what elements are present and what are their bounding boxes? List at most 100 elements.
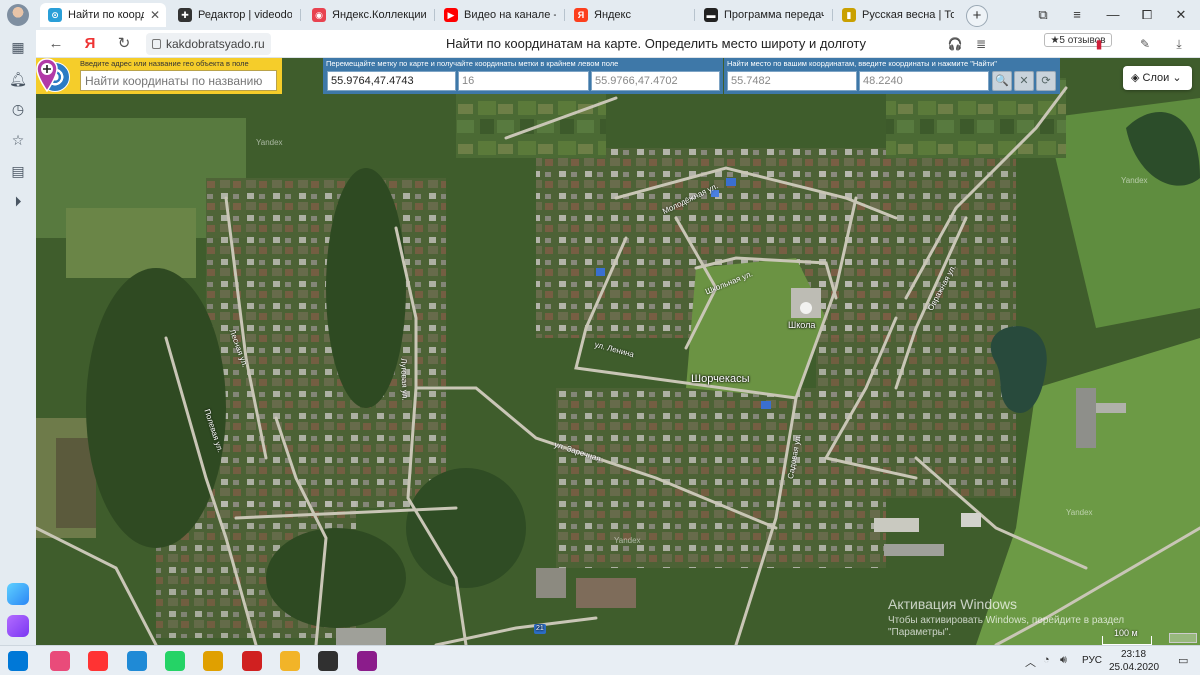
editor-favicon-icon: ✚: [178, 8, 192, 22]
yandex-favicon-icon: Я: [574, 8, 588, 22]
tab-label: Программа передач: [724, 9, 824, 21]
tab-label: Яндекс.Коллекции: [332, 9, 426, 21]
headphones-icon[interactable]: 🎧: [946, 35, 964, 53]
tab-divider: [694, 9, 695, 21]
street-label: Луговая ул.: [399, 358, 410, 401]
start-icon[interactable]: [8, 651, 28, 671]
bubbles-icon[interactable]: [50, 651, 70, 671]
satellite-map[interactable]: Введите адрес или название гео объекта в…: [36, 58, 1200, 645]
search-icon[interactable]: 🔍: [992, 71, 1012, 91]
messenger-icon[interactable]: [7, 615, 29, 637]
clock-icon[interactable]: ◷: [9, 100, 27, 118]
bell-icon[interactable]: 🔔︎: [9, 70, 27, 88]
back-icon[interactable]: ←: [46, 34, 66, 54]
map-center-field[interactable]: [591, 71, 720, 91]
tab-label: Найти по коорди: [68, 9, 144, 21]
tab-divider: [434, 9, 435, 21]
longitude-input[interactable]: [859, 71, 989, 91]
route-badge: 21: [536, 625, 544, 632]
search-hint: Введите адрес или название гео объекта в…: [80, 59, 249, 68]
yandex-watermark: Yandex: [256, 138, 283, 147]
tab-yandex[interactable]: Я Яндекс: [566, 3, 692, 27]
news-favicon-icon: ▮: [842, 8, 856, 22]
tab-label: Яндекс: [594, 9, 631, 21]
grid-icon[interactable]: ▦: [9, 38, 27, 56]
minimize-icon[interactable]: —: [1104, 6, 1122, 24]
marker-coordinates-field[interactable]: [327, 71, 456, 91]
downloads-icon[interactable]: ⤓: [1170, 35, 1188, 53]
file-explorer-icon[interactable]: [280, 651, 300, 671]
address-bar: ← Я ↻ kakdobratsyado.ru Найти по координ…: [36, 30, 1200, 58]
tab-russian-spring[interactable]: ▮ Русская весна | Толь: [834, 3, 960, 27]
star-icon[interactable]: ☆: [9, 131, 27, 149]
activation-title: Активация Windows: [888, 596, 1018, 612]
tab-find-coordinates[interactable]: ⊙ Найти по коорди ✕: [40, 3, 166, 27]
site-favicon-icon: ⊙: [48, 8, 62, 22]
layers-label: Слои: [1142, 72, 1170, 84]
youtube-favicon-icon: ▶: [444, 8, 458, 22]
reload-icon[interactable]: ↻: [114, 34, 134, 54]
browser-sidebar: ▦ 🔔︎ ◷ ☆ ▤ ⏵: [0, 30, 36, 645]
tab-divider: [300, 9, 301, 21]
refresh-icon[interactable]: ⟳: [1036, 71, 1056, 91]
map-marker-icon[interactable]: [36, 58, 58, 92]
play-icon[interactable]: ⏵: [9, 192, 27, 210]
chevron-down-icon: ⌄: [1169, 72, 1182, 84]
notifications-icon[interactable]: ▭: [1178, 654, 1188, 667]
language-indicator[interactable]: РУС: [1082, 655, 1102, 666]
protect-icon[interactable]: ✎: [1136, 35, 1154, 53]
whatsapp-icon[interactable]: [165, 651, 185, 671]
tab-label: Видео на канале - Yo: [464, 9, 556, 21]
network-icon[interactable]: ◔: [1043, 654, 1050, 666]
place-search-input[interactable]: [80, 70, 277, 91]
menu-icon[interactable]: ≡: [1068, 6, 1086, 24]
yandex-icon[interactable]: Я: [80, 34, 100, 54]
tab-close-icon[interactable]: ✕: [150, 8, 160, 22]
notes-icon[interactable]: ▤: [9, 162, 27, 180]
ruler-icon[interactable]: [1169, 633, 1197, 643]
tab-tv-program[interactable]: ▬ Программа передач: [696, 3, 830, 27]
alice-icon[interactable]: [7, 583, 29, 605]
zoom-level-field[interactable]: [458, 71, 589, 91]
find-by-coordinates-panel: Найти место по вашим координатам, введит…: [724, 58, 1060, 94]
layers-button[interactable]: ◈ Слои ⌄: [1123, 66, 1192, 90]
map-scale-bar: [1102, 636, 1152, 645]
photos-icon[interactable]: [203, 651, 223, 671]
tv-favicon-icon: ▬: [704, 8, 718, 22]
bug-icon[interactable]: [318, 651, 338, 671]
tab-youtube-channel[interactable]: ▶ Видео на канале - Yo: [436, 3, 562, 27]
dictionary-icon[interactable]: [242, 651, 262, 671]
window-close-icon[interactable]: ✕: [1172, 6, 1190, 24]
tab-divider: [832, 9, 833, 21]
new-tab-button[interactable]: +: [966, 5, 988, 27]
reader-mode-icon[interactable]: ≣: [972, 35, 990, 53]
tab-videodoro[interactable]: ✚ Редактор | videodoro: [170, 3, 298, 27]
tabs-overview-icon[interactable]: ⧉: [1034, 6, 1052, 24]
tab-yandex-collections[interactable]: ◉ Яндекс.Коллекции: [304, 3, 432, 27]
windows-activation-watermark: Активация Windows Чтобы активировать Win…: [888, 596, 1124, 638]
volume-icon[interactable]: 🔊︎: [1060, 654, 1067, 667]
bookmark-icon[interactable]: ▮: [1090, 35, 1108, 53]
find-hint: Найти место по вашим координатам, введит…: [727, 59, 997, 68]
edge-icon[interactable]: [127, 651, 147, 671]
tab-strip: ⊙ Найти по коорди ✕ ✚ Редактор | videodo…: [0, 0, 1200, 30]
yandex-watermark: Yandex: [1066, 508, 1093, 517]
tab-label: Редактор | videodoro: [198, 9, 292, 21]
latitude-input[interactable]: [727, 71, 857, 91]
clear-icon[interactable]: ✕: [1014, 71, 1034, 91]
url-text: kakdobratsyado.ru: [166, 37, 265, 51]
media-player-icon[interactable]: [357, 651, 377, 671]
clock-time[interactable]: 23:18: [1121, 649, 1146, 660]
activation-subtitle: Чтобы активировать Windows, перейдите в …: [888, 615, 1125, 626]
profile-avatar[interactable]: [7, 4, 29, 26]
url-field[interactable]: kakdobratsyado.ru: [146, 33, 271, 55]
marker-hint: Перемещайте метку по карте и получайте к…: [326, 59, 619, 68]
clock-date[interactable]: 25.04.2020: [1109, 662, 1159, 673]
tray-chevron-icon[interactable]: ︿: [1025, 654, 1036, 670]
village-label: Шорчекасы: [691, 373, 750, 385]
school-label: Школа: [788, 320, 816, 330]
restore-icon[interactable]: ⧠: [1138, 6, 1156, 24]
yandex-watermark: Yandex: [1121, 176, 1148, 185]
yandex-browser-icon[interactable]: [88, 651, 108, 671]
windows-taskbar: ︿ ◔ 🔊︎ РУС 23:18 25.04.2020 ▭: [0, 645, 1200, 675]
